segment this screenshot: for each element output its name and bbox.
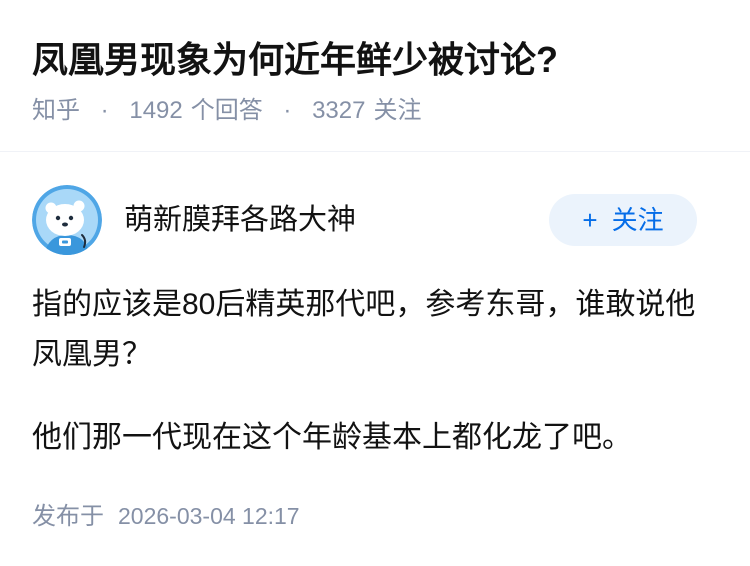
answer-paragraph: 指的应该是80后精英那代吧，参考东哥，谁敢说他凤凰男？ xyxy=(32,288,696,371)
source-label: 知乎 xyxy=(32,97,80,124)
question-title[interactable]: 凤凰男现象为何近年鲜少被讨论? xyxy=(32,36,718,84)
plus-icon: + xyxy=(582,205,598,235)
cartoon-bear-icon xyxy=(32,185,102,255)
follow-button-label: 关注 xyxy=(611,205,664,235)
published-time[interactable]: 2026-03-04 12:17 xyxy=(118,503,300,529)
answer-paragraph: 他们那一代现在这个年龄基本上都化龙了吧。 xyxy=(32,421,632,454)
avatar[interactable] xyxy=(32,185,102,255)
question-meta: 知乎 · 1492 个回答 · 3327 关注 xyxy=(32,98,718,124)
answer-count-label: 个回答 xyxy=(190,97,263,124)
follow-button[interactable]: + 关注 xyxy=(549,194,697,246)
answer-content: 指的应该是80后精英那代吧，参考东哥，谁敢说他凤凰男？ 他们那一代现在这个年龄基… xyxy=(32,280,712,463)
meta-separator: · xyxy=(100,97,109,124)
answer-count: 1492 xyxy=(129,97,183,124)
question-header: 凤凰男现象为何近年鲜少被讨论? 知乎 · 1492 个回答 · 3327 关注 xyxy=(0,0,750,152)
author-name[interactable]: 萌新膜拜各路大神 xyxy=(124,202,549,238)
answer-card: 萌新膜拜各路大神 + 关注 指的应该是80后精英那代吧，参考东哥，谁敢说他凤凰男… xyxy=(0,152,750,532)
published-label: 发布于 xyxy=(32,503,104,530)
author-info: 萌新膜拜各路大神 + 关注 xyxy=(32,185,718,255)
follower-count-label: 关注 xyxy=(373,97,422,124)
meta-separator: · xyxy=(283,97,292,124)
publish-info: 发布于 2026-03-04 12:17 xyxy=(32,501,718,532)
follower-count: 3327 xyxy=(312,97,366,124)
